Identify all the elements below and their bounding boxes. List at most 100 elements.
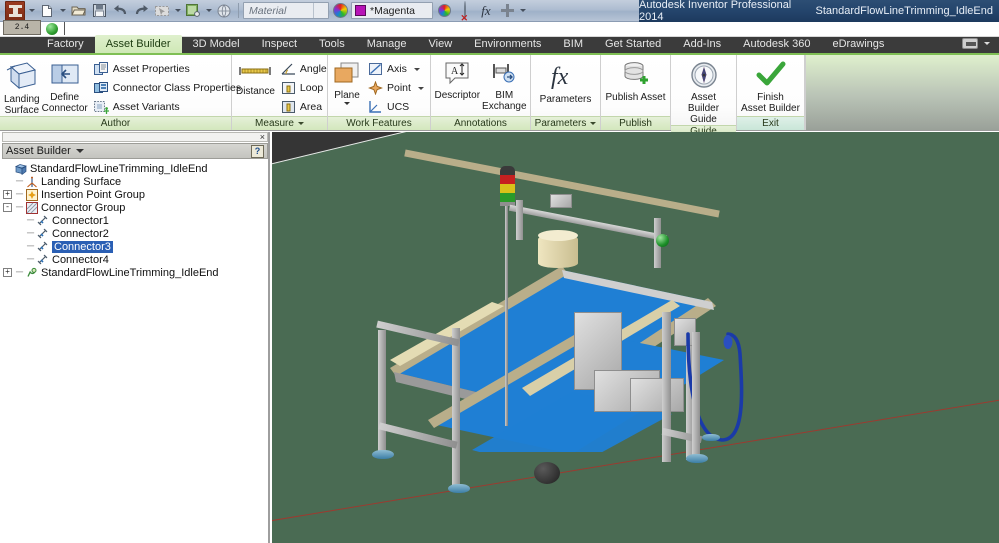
- ribbon-panel-author: Landing Surface Define Connector Asset P…: [0, 55, 241, 130]
- asset-builder-guide-button[interactable]: Asset Builder Guide: [675, 57, 732, 125]
- ucs-button[interactable]: UCS: [364, 98, 428, 116]
- fx-parameters-icon: fx: [549, 61, 583, 91]
- distance-icon: [237, 61, 273, 83]
- ribbon-panel-parameters: fx Parameters Parameters: [531, 55, 601, 130]
- inventor-logo-icon[interactable]: [5, 0, 25, 21]
- landing-surface-button[interactable]: Landing Surface: [4, 57, 40, 116]
- tab-tools[interactable]: Tools: [308, 35, 356, 53]
- asset-variants-button[interactable]: Asset Variants: [90, 98, 245, 116]
- redo-button[interactable]: [131, 1, 151, 20]
- tab-3d-model[interactable]: 3D Model: [182, 35, 251, 53]
- ribbon-panel-parameters-footer[interactable]: Parameters: [531, 116, 600, 130]
- point-button[interactable]: Point: [364, 79, 428, 97]
- tree-item-insertion-point-group[interactable]: + ─ Insertion Point Group: [3, 188, 267, 201]
- browser-title-caret-icon[interactable]: [75, 149, 84, 153]
- ribbon-panel-measure-footer[interactable]: Measure: [232, 116, 327, 130]
- distance-button[interactable]: Distance: [236, 57, 275, 97]
- tree-item-connector1[interactable]: ─ Connector1: [3, 214, 267, 227]
- browser-panel: × Asset Builder ? StandardFlowLineTrimmi…: [0, 132, 270, 543]
- appearance-browser-button[interactable]: [434, 1, 454, 20]
- connector-class-properties-button[interactable]: Connector Class Properties: [90, 79, 245, 97]
- tab-bim[interactable]: BIM: [552, 35, 594, 53]
- clear-appearance-override-button[interactable]: ✕: [455, 0, 475, 22]
- tree-item-connector2[interactable]: ─ Connector2: [3, 227, 267, 240]
- material-dropdown-caret-icon[interactable]: [313, 3, 326, 18]
- plane-button[interactable]: Plane: [332, 57, 362, 105]
- stack-light-pole: [505, 204, 508, 426]
- material-browser-button[interactable]: [330, 1, 350, 20]
- descriptor-button[interactable]: A Descriptor: [434, 57, 480, 101]
- tab-manage[interactable]: Manage: [356, 35, 418, 53]
- material-dropdown[interactable]: Material: [243, 2, 329, 19]
- angle-button[interactable]: Angle: [277, 60, 331, 78]
- update-button[interactable]: [214, 1, 234, 20]
- document-title: StandardFlowLineTrimming_IdleEnd: [815, 5, 993, 17]
- select-button[interactable]: [152, 1, 172, 20]
- save-document-button[interactable]: [89, 1, 109, 20]
- compass-icon: [690, 61, 718, 89]
- tab-asset-builder[interactable]: Asset Builder: [94, 35, 182, 53]
- appearance-dropdown[interactable]: *Magenta: [351, 2, 433, 19]
- finish-asset-builder-button[interactable]: Finish Asset Builder: [741, 57, 800, 114]
- undo-button[interactable]: [110, 1, 130, 20]
- ribbon-panel-publish-title: Publish: [619, 118, 652, 129]
- new-document-caret-icon[interactable]: [58, 1, 67, 20]
- ucs-icon: [368, 100, 383, 114]
- ribbon-display-caret-icon[interactable]: [982, 34, 991, 53]
- tab-edrawings[interactable]: eDrawings: [821, 35, 895, 53]
- point-caret-icon[interactable]: [417, 86, 424, 90]
- plane-caret-icon[interactable]: [344, 102, 350, 105]
- parameters-button[interactable]: fx Parameters: [535, 57, 596, 105]
- 3d-model-viewport[interactable]: [272, 132, 999, 543]
- browser-close-icon[interactable]: ×: [260, 133, 265, 142]
- ribbon-empty-area: [805, 55, 999, 130]
- tree-item-connector4[interactable]: ─ Connector4: [3, 253, 267, 266]
- return-button[interactable]: [183, 1, 203, 20]
- open-document-button[interactable]: [68, 1, 88, 20]
- axis-label: Axis: [387, 63, 407, 75]
- tree-label: StandardFlowLineTrimming_IdleEnd: [41, 266, 219, 279]
- leg-foot-4: [702, 434, 720, 441]
- app-menu-caret-icon[interactable]: [27, 1, 36, 20]
- define-connector-button[interactable]: Define Connector: [42, 57, 88, 114]
- bim-exchange-button[interactable]: BIM Exchange: [482, 57, 527, 112]
- browser-drag-handle[interactable]: ×: [2, 132, 268, 142]
- customize-qat-button[interactable]: [497, 1, 517, 20]
- tab-get-started[interactable]: Get Started: [594, 35, 672, 53]
- area-button[interactable]: Area: [277, 98, 331, 116]
- asset-builder-guide-label: Asset Builder Guide: [687, 92, 720, 125]
- connector-marker-green[interactable]: [656, 234, 669, 247]
- return-caret-icon[interactable]: [204, 1, 213, 20]
- measure-panel-caret-icon[interactable]: [297, 122, 304, 125]
- tab-inspect[interactable]: Inspect: [251, 35, 308, 53]
- tree-item-part-reference[interactable]: + ─ StandardFlowLineTrimming_IdleEnd: [3, 266, 267, 279]
- tab-add-ins[interactable]: Add-Ins: [672, 35, 732, 53]
- tab-autodesk-360[interactable]: Autodesk 360: [732, 35, 821, 53]
- asset-properties-button[interactable]: Asset Properties: [90, 60, 245, 78]
- tab-view[interactable]: View: [418, 35, 464, 53]
- browser-help-button[interactable]: ?: [251, 144, 264, 158]
- tab-environments[interactable]: Environments: [463, 35, 552, 53]
- loop-button[interactable]: Loop: [277, 79, 331, 97]
- tree-item-connector3[interactable]: ─ Connector3: [3, 240, 267, 253]
- publish-asset-button[interactable]: Publish Asset: [605, 57, 666, 103]
- tree-expander-plus-icon[interactable]: +: [3, 190, 12, 199]
- update-status-icon[interactable]: [46, 23, 58, 35]
- tree-item-connector-group[interactable]: - ─ Connector Group: [3, 201, 267, 214]
- parameters-quick-button[interactable]: fx: [476, 1, 496, 20]
- tree-item-landing-surface[interactable]: ─ Landing Surface: [3, 175, 267, 188]
- select-caret-icon[interactable]: [173, 1, 182, 20]
- leg-foot-1: [372, 450, 394, 459]
- new-document-button[interactable]: [37, 1, 57, 20]
- ribbon-panel-publish-footer: Publish: [601, 116, 670, 130]
- tree-expander-minus-icon[interactable]: -: [3, 203, 12, 212]
- keytip-icon[interactable]: [962, 38, 978, 49]
- tab-factory[interactable]: Factory: [36, 35, 95, 53]
- axis-caret-icon[interactable]: [413, 67, 420, 71]
- area-icon: [281, 100, 296, 114]
- axis-button[interactable]: Axis: [364, 60, 428, 78]
- qat-overflow-caret-icon[interactable]: [518, 1, 527, 20]
- tree-item-assembly-root[interactable]: StandardFlowLineTrimming_IdleEnd: [3, 162, 267, 175]
- parameters-panel-caret-icon[interactable]: [590, 122, 597, 125]
- tree-expander-plus-icon[interactable]: +: [3, 268, 12, 277]
